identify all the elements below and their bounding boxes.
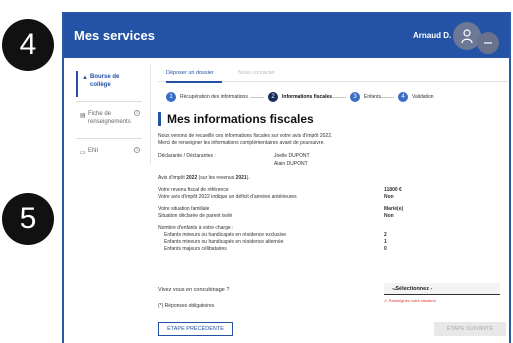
form-overlay: Vivez vous en concubinage ? - Sélectionn… (158, 0, 508, 343)
required-note: (*) Réponses obligatoires (158, 303, 215, 309)
select-error-text: Renseignez votre situation (388, 298, 436, 303)
info-icon[interactable]: i (134, 147, 140, 153)
info-icon[interactable]: i (134, 110, 140, 116)
step-callout-4: 4 (2, 19, 54, 71)
sidebar: ▲ Bourse de collège ▤ Fiche de renseigne… (76, 71, 142, 175)
sidebar-item-bourse[interactable]: ▲ Bourse de collège (76, 71, 142, 97)
document-icon: ▤ (80, 113, 86, 119)
app-title: Mes services (74, 28, 155, 43)
concubinage-select[interactable]: - Sélectionnez - ⌄ (384, 283, 500, 295)
sidebar-item-label: Fiche de renseignements (88, 111, 131, 125)
select-error: ⚠ Renseignez votre situation (384, 298, 436, 303)
next-step-button[interactable]: ÉTAPE SUIVANTE (434, 322, 506, 336)
sidebar-separator (150, 64, 151, 164)
sidebar-divider (76, 138, 142, 139)
sidebar-item-eni[interactable]: ▭ ENI i (76, 145, 142, 171)
sidebar-item-label: ENI (88, 148, 99, 154)
previous-step-button[interactable]: ÉTAPE PRÉCÉDENTE (158, 322, 233, 336)
sidebar-item-label: Bourse de collège (90, 74, 120, 88)
card-icon: ▭ (80, 150, 86, 156)
step-callout-5: 5 (2, 193, 54, 245)
chevron-down-icon: ⌄ (392, 286, 398, 292)
concubinage-question: Vivez vous en concubinage ? (158, 287, 230, 293)
graduation-icon: ▲ (82, 75, 88, 81)
sidebar-item-fiche[interactable]: ▤ Fiche de renseignements i (76, 108, 142, 134)
sidebar-divider (76, 101, 142, 102)
